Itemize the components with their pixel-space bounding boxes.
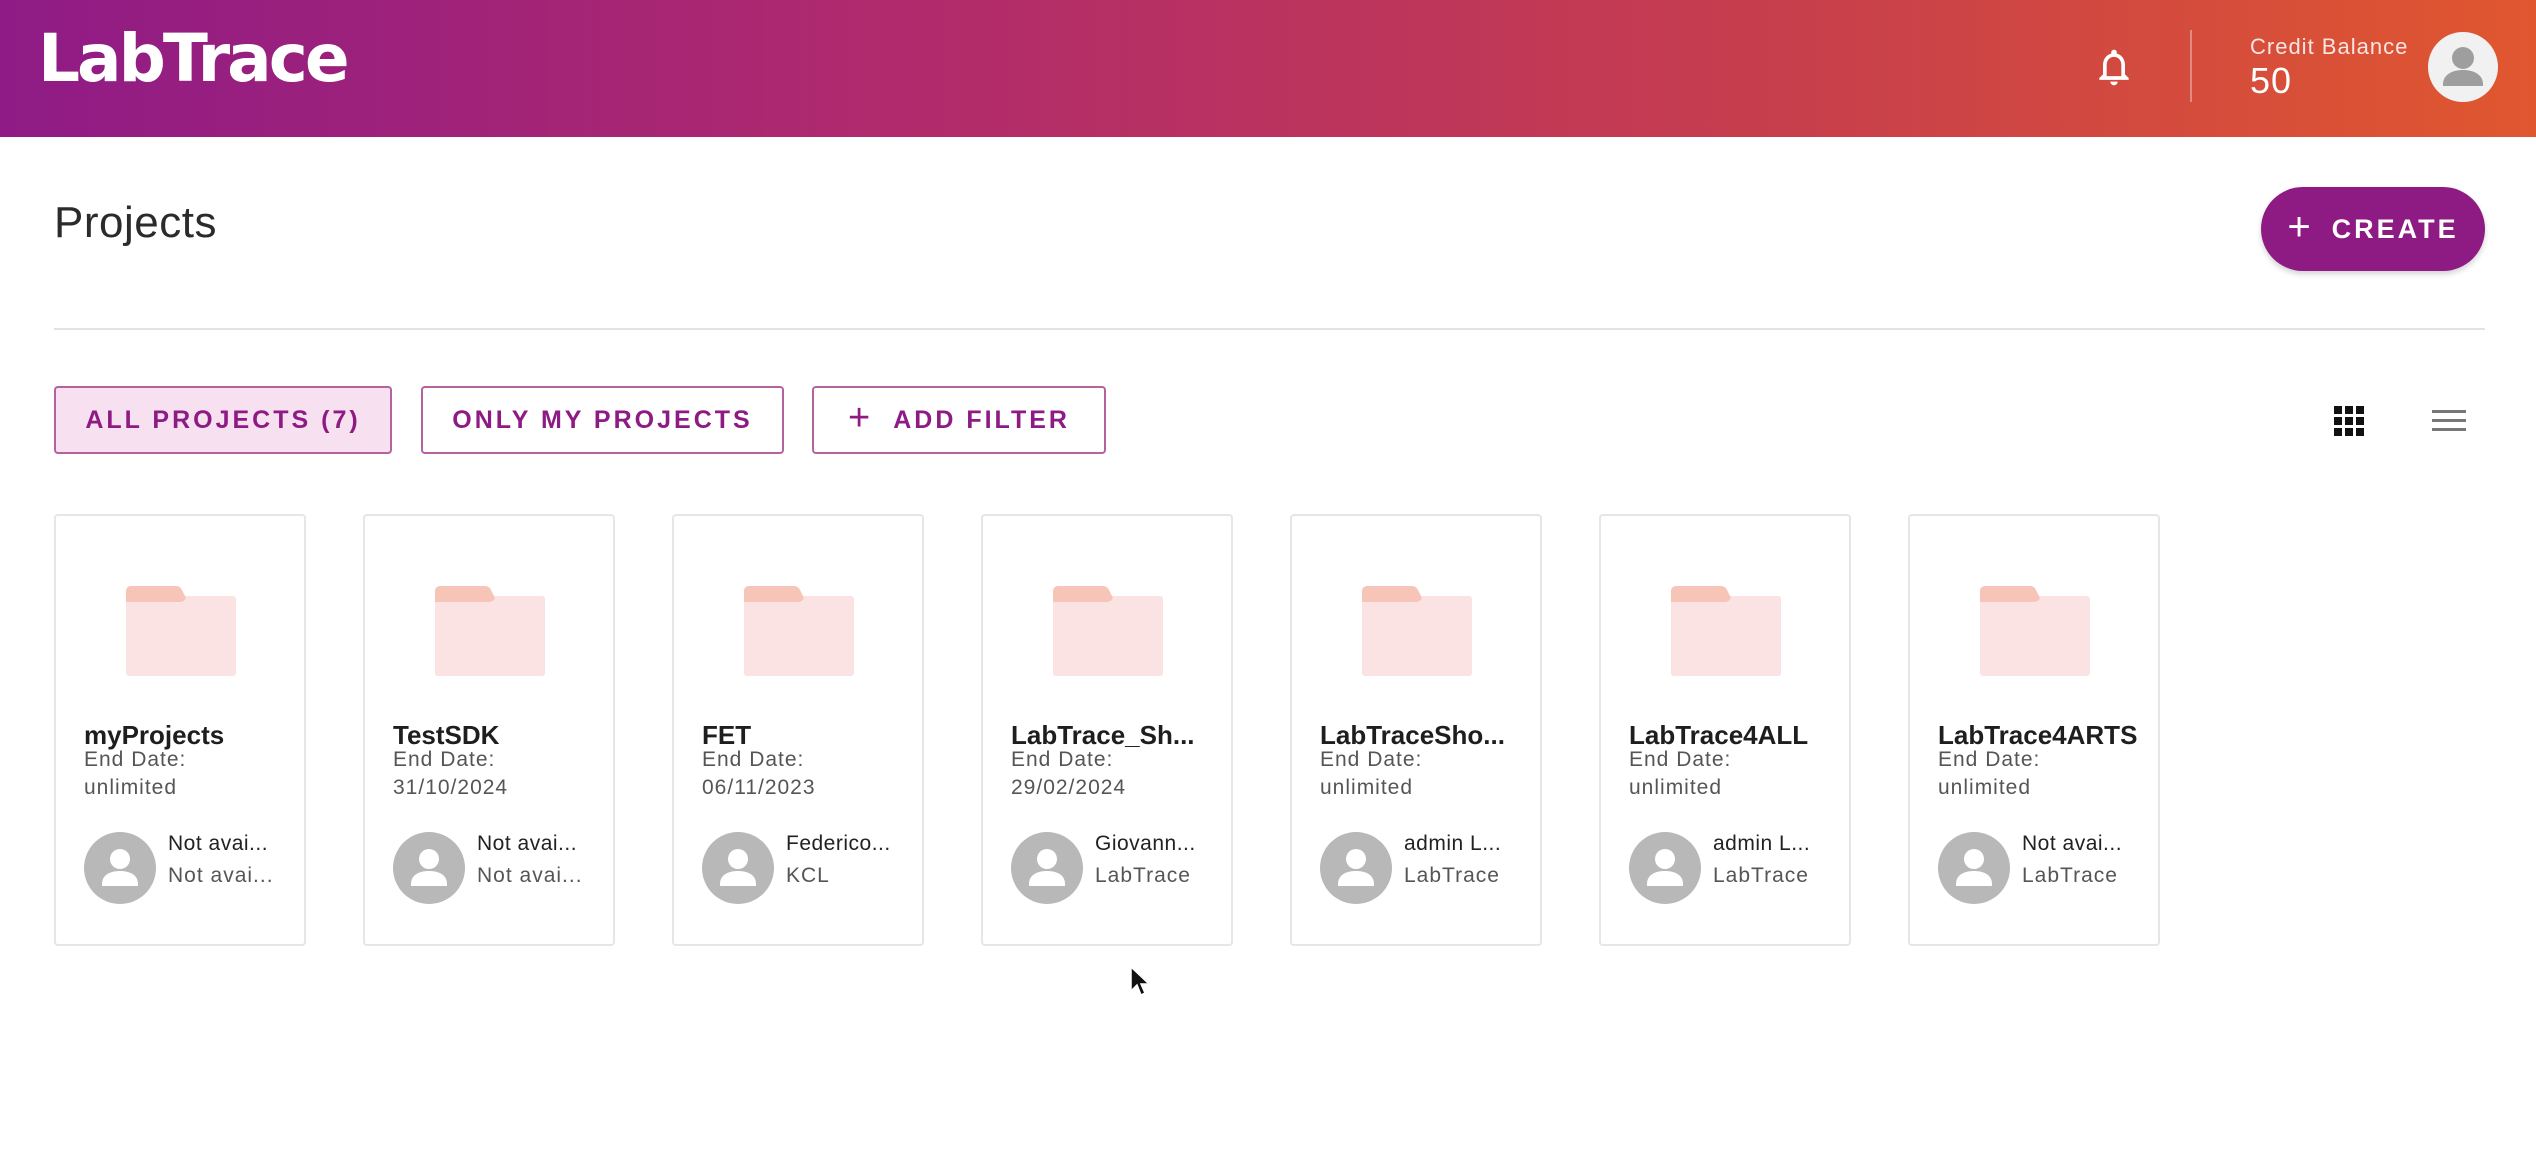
end-date-value: 06/11/2023 (702, 776, 816, 799)
owner-avatar (1629, 832, 1701, 904)
folder-icon (1053, 586, 1163, 676)
labtrace-logo[interactable]: LabTrace (38, 22, 350, 96)
end-date-value: unlimited (1938, 776, 2032, 799)
top-app-bar: LabTrace Credit Balance 50 (0, 0, 2536, 137)
project-card[interactable]: TestSDK End Date: 31/10/2024 Not avai...… (363, 514, 615, 946)
end-date-value: unlimited (1320, 776, 1414, 799)
filter-mine-label: ONLY MY PROJECTS (452, 405, 753, 434)
bell-icon[interactable] (2092, 45, 2136, 89)
owner-avatar (1011, 832, 1083, 904)
page-title: Projects (54, 198, 217, 247)
owner-avatar (84, 832, 156, 904)
plus-icon: + (2287, 204, 2314, 249)
grid-view-icon[interactable] (2334, 406, 2364, 436)
person-icon (102, 849, 138, 886)
owner-organization: Not avai... (477, 864, 583, 887)
user-avatar-icon (2443, 47, 2483, 86)
owner-organization: LabTrace (1095, 864, 1191, 887)
owner-avatar (1320, 832, 1392, 904)
person-icon (720, 849, 756, 886)
owner-avatar (393, 832, 465, 904)
end-date-value: 31/10/2024 (393, 776, 509, 799)
project-card[interactable]: LabTrace4ALL End Date: unlimited admin L… (1599, 514, 1851, 946)
credit-balance-value: 50 (2250, 60, 2293, 101)
person-icon (411, 849, 447, 886)
end-date-label: End Date: (1938, 748, 2041, 771)
owner-name: Giovann... (1095, 832, 1196, 855)
project-card[interactable]: LabTrace4ARTS End Date: unlimited Not av… (1908, 514, 2160, 946)
add-filter-label: ADD FILTER (893, 405, 1070, 434)
end-date-value: unlimited (84, 776, 178, 799)
add-filter-button[interactable]: + ADD FILTER (812, 386, 1106, 454)
end-date-value: 29/02/2024 (1011, 776, 1127, 799)
owner-name: admin L... (1404, 832, 1502, 855)
project-name[interactable]: myProjects (84, 720, 284, 751)
owner-name: Not avai... (477, 832, 578, 855)
end-date-label: End Date: (1629, 748, 1732, 771)
person-icon (1956, 849, 1992, 886)
project-name[interactable]: FET (702, 720, 902, 751)
folder-icon (126, 586, 236, 676)
folder-icon (1980, 586, 2090, 676)
owner-avatar (702, 832, 774, 904)
owner-organization: LabTrace (1713, 864, 1809, 887)
project-name[interactable]: LabTraceSho... (1320, 720, 1520, 751)
end-date-label: End Date: (84, 748, 187, 771)
project-card[interactable]: LabTraceSho... End Date: unlimited admin… (1290, 514, 1542, 946)
filter-all-projects[interactable]: ALL PROJECTS (7) (54, 386, 392, 454)
owner-name: Federico... (786, 832, 891, 855)
owner-organization: LabTrace (1404, 864, 1500, 887)
create-button-label: CREATE (2331, 213, 2459, 244)
project-name[interactable]: LabTrace_Sh... (1011, 720, 1211, 751)
folder-icon (435, 586, 545, 676)
owner-avatar (1938, 832, 2010, 904)
person-icon (1029, 849, 1065, 886)
header-divider (2190, 30, 2192, 102)
project-card[interactable]: FET End Date: 06/11/2023 Federico... KCL (672, 514, 924, 946)
project-card[interactable]: LabTrace_Sh... End Date: 29/02/2024 Giov… (981, 514, 1233, 946)
owner-name: admin L... (1713, 832, 1811, 855)
filter-only-my-projects[interactable]: ONLY MY PROJECTS (421, 386, 784, 454)
person-icon (1647, 849, 1683, 886)
project-name[interactable]: TestSDK (393, 720, 593, 751)
user-avatar-button[interactable] (2428, 32, 2498, 102)
end-date-label: End Date: (1320, 748, 1423, 771)
credit-balance-label: Credit Balance (2250, 34, 2409, 59)
project-name[interactable]: LabTrace4ALL (1629, 720, 1829, 751)
end-date-label: End Date: (702, 748, 805, 771)
owner-name: Not avai... (2022, 832, 2123, 855)
end-date-label: End Date: (393, 748, 496, 771)
person-icon (1338, 849, 1374, 886)
filter-all-label: ALL PROJECTS (7) (85, 405, 361, 434)
mouse-cursor-icon (1130, 966, 1150, 997)
folder-icon (744, 586, 854, 676)
folder-icon (1671, 586, 1781, 676)
end-date-value: unlimited (1629, 776, 1723, 799)
section-divider (54, 328, 2485, 330)
owner-organization: LabTrace (2022, 864, 2118, 887)
list-view-icon[interactable] (2432, 408, 2466, 434)
create-project-button[interactable]: + CREATE (2261, 187, 2485, 271)
project-card[interactable]: myProjects End Date: unlimited Not avai.… (54, 514, 306, 946)
end-date-label: End Date: (1011, 748, 1114, 771)
plus-icon: + (848, 396, 874, 439)
project-name[interactable]: LabTrace4ARTS (1938, 720, 2138, 751)
owner-name: Not avai... (168, 832, 269, 855)
owner-organization: Not avai... (168, 864, 274, 887)
owner-organization: KCL (786, 864, 830, 887)
folder-icon (1362, 586, 1472, 676)
